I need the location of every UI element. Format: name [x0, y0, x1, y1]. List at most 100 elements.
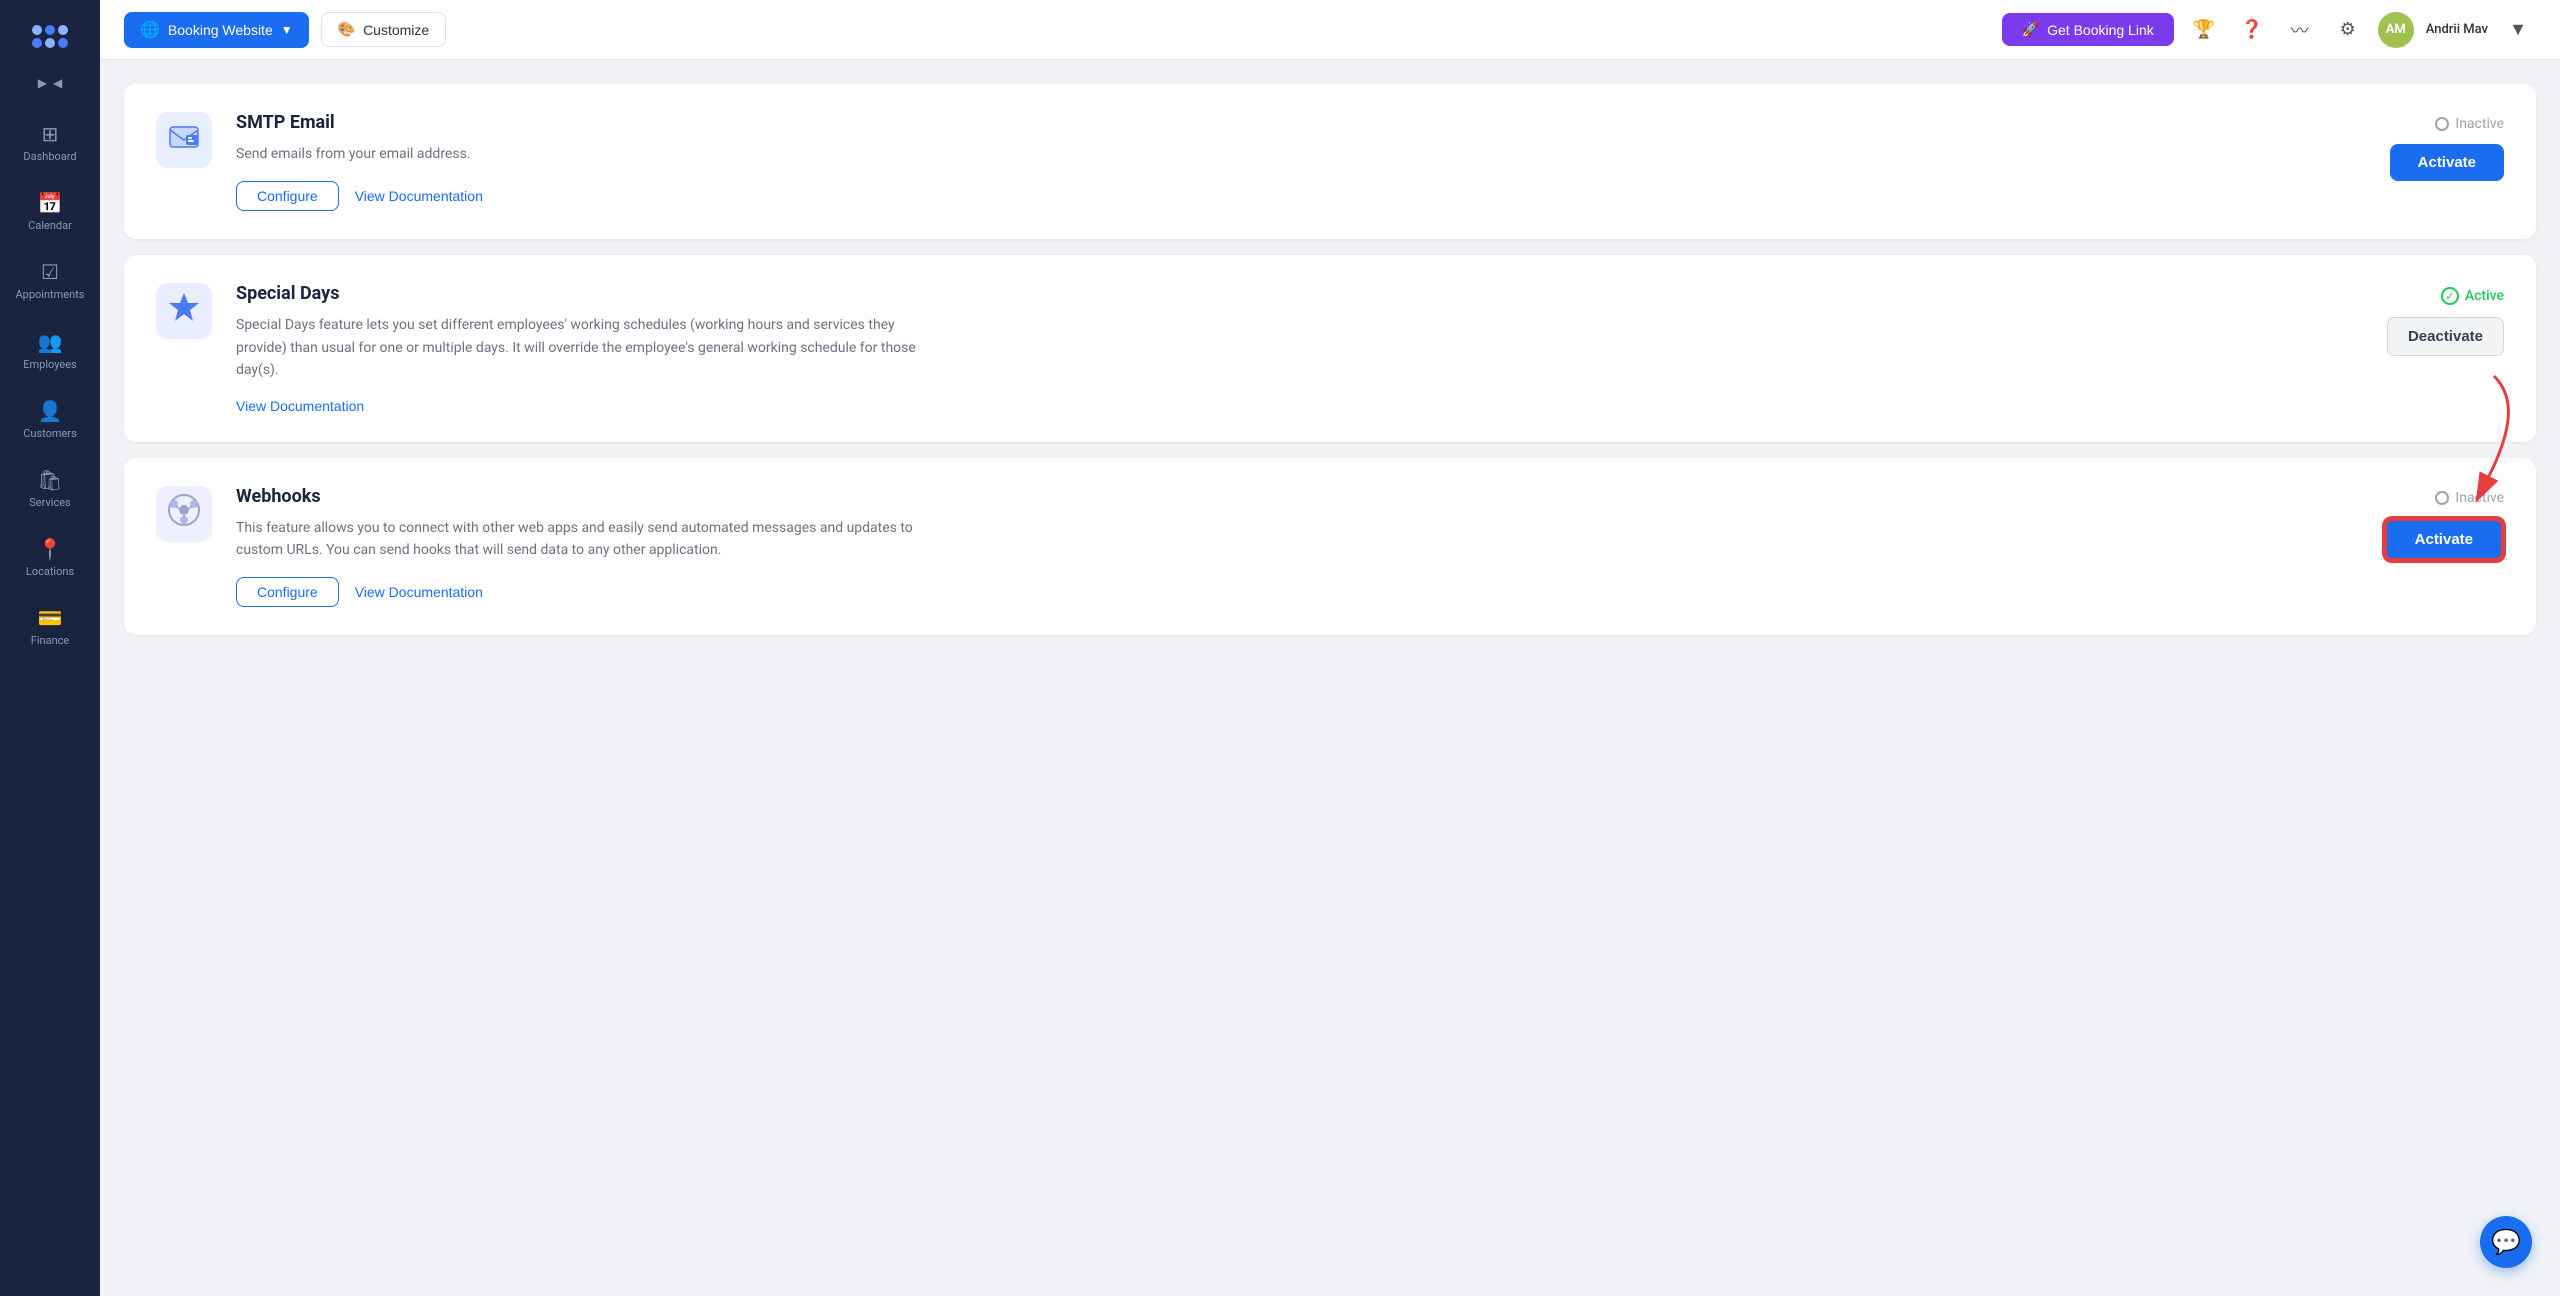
sidebar-item-services[interactable]: 🛍 Services	[0, 456, 100, 521]
smtp-view-docs-button[interactable]: View Documentation	[355, 188, 483, 204]
get-booking-link-button[interactable]: 🚀 Get Booking Link	[2002, 13, 2174, 46]
logo-dot	[58, 25, 68, 35]
smtp-body: SMTP Email Send emails from your email a…	[236, 112, 2340, 211]
sidebar: ▶◀ ⊞ Dashboard 📅 Calendar ☑ Appointments…	[0, 0, 100, 1296]
sidebar-item-calendar[interactable]: 📅 Calendar	[0, 179, 100, 244]
webhooks-description: This feature allows you to connect with …	[236, 517, 916, 562]
customers-icon: 👤	[38, 399, 63, 423]
special-days-icon	[166, 290, 202, 333]
special-days-title: Special Days	[236, 283, 2340, 304]
chat-button[interactable]: 💬	[2480, 1216, 2532, 1268]
inactive-dot	[2435, 491, 2449, 505]
logo-dot	[58, 38, 68, 48]
special-days-description: Special Days feature lets you set differ…	[236, 314, 916, 381]
logo-dot	[45, 38, 55, 48]
special-days-card: Special Days Special Days feature lets y…	[124, 255, 2536, 441]
sidebar-item-label: Locations	[26, 565, 74, 578]
sidebar-item-label: Finance	[31, 634, 69, 647]
special-days-status-label: Active	[2465, 288, 2504, 304]
special-days-body: Special Days Special Days feature lets y…	[236, 283, 2340, 413]
customize-button[interactable]: 🎨 Customize	[321, 12, 447, 47]
get-booking-label: Get Booking Link	[2047, 22, 2154, 38]
chat-icon: 💬	[2491, 1228, 2521, 1257]
sidebar-item-locations[interactable]: 📍 Locations	[0, 525, 100, 590]
gear-icon: ⚙	[2340, 19, 2356, 40]
active-check: ✓	[2441, 287, 2459, 305]
webhooks-status: Inactive	[2435, 490, 2504, 506]
activity-button[interactable]: 〰	[2282, 12, 2318, 48]
dashboard-icon: ⊞	[42, 122, 59, 146]
rocket-icon: 🚀	[2022, 21, 2039, 38]
smtp-email-card: SMTP Email Send emails from your email a…	[124, 84, 2536, 239]
webhooks-status-label: Inactive	[2455, 490, 2504, 506]
webhooks-body: Webhooks This feature allows you to conn…	[236, 486, 2340, 608]
sidebar-item-customers[interactable]: 👤 Customers	[0, 387, 100, 452]
chevron-down-icon: ▼	[281, 23, 293, 37]
sidebar-expand[interactable]: ▶◀	[38, 76, 62, 90]
sidebar-logo	[26, 12, 74, 60]
smtp-description: Send emails from your email address.	[236, 143, 916, 165]
sidebar-item-label: Appointments	[16, 288, 85, 301]
sidebar-item-label: Calendar	[28, 219, 72, 232]
webhooks-activate-button[interactable]: Activate	[2384, 518, 2504, 561]
appointments-icon: ☑	[41, 260, 59, 284]
inactive-dot	[2435, 117, 2449, 131]
trophy-icon: 🏆	[2193, 19, 2215, 40]
customize-label: Customize	[363, 22, 429, 38]
user-menu-button[interactable]: ▼	[2500, 12, 2536, 48]
webhooks-configure-button[interactable]: Configure	[236, 577, 339, 607]
sidebar-item-dashboard[interactable]: ⊞ Dashboard	[0, 110, 100, 175]
smtp-status-area: Inactive Activate	[2364, 112, 2504, 181]
services-icon: 🛍	[37, 468, 62, 492]
smtp-status-label: Inactive	[2455, 116, 2504, 132]
employees-icon: 👥	[38, 330, 63, 354]
webhooks-icon	[166, 492, 202, 535]
sidebar-item-appointments[interactable]: ☑ Appointments	[0, 248, 100, 313]
special-days-deactivate-button[interactable]: Deactivate	[2387, 317, 2504, 356]
help-icon: ❓	[2241, 19, 2263, 40]
avatar[interactable]: AM	[2378, 12, 2414, 48]
webhooks-title: Webhooks	[236, 486, 2340, 507]
logo-dot	[32, 38, 42, 48]
webhooks-view-docs-button[interactable]: View Documentation	[355, 584, 483, 600]
topbar: 🌐 Booking Website ▼ 🎨 Customize 🚀 Get Bo…	[100, 0, 2560, 60]
sidebar-item-label: Employees	[23, 358, 76, 371]
smtp-title: SMTP Email	[236, 112, 2340, 133]
settings-button[interactable]: ⚙	[2330, 12, 2366, 48]
customize-icon: 🎨	[338, 21, 355, 38]
locations-icon: 📍	[38, 537, 63, 561]
globe-icon: 🌐	[140, 20, 160, 40]
user-initials: AM	[2386, 22, 2406, 37]
smtp-icon-wrap	[156, 112, 212, 168]
logo-dot	[32, 25, 42, 35]
sidebar-item-label: Services	[29, 496, 70, 509]
special-days-icon-wrap	[156, 283, 212, 339]
special-days-status: ✓ Active	[2441, 287, 2504, 305]
smtp-actions: Configure View Documentation	[236, 181, 2340, 211]
webhooks-status-area: Inactive Activate	[2364, 486, 2504, 561]
trophy-button[interactable]: 🏆	[2186, 12, 2222, 48]
smtp-activate-button[interactable]: Activate	[2390, 144, 2504, 181]
smtp-icon	[168, 121, 200, 160]
logo-dot	[45, 25, 55, 35]
features-content: SMTP Email Send emails from your email a…	[100, 60, 2560, 1296]
sidebar-item-employees[interactable]: 👥 Employees	[0, 318, 100, 383]
special-days-actions: View Documentation	[236, 398, 2340, 414]
special-days-status-area: ✓ Active Deactivate	[2364, 283, 2504, 356]
sidebar-item-finance[interactable]: 💳 Finance	[0, 594, 100, 659]
sidebar-item-label: Customers	[23, 427, 77, 440]
user-name: Andrii Mav	[2426, 22, 2488, 37]
webhooks-card: Webhooks This feature allows you to conn…	[124, 458, 2536, 636]
webhooks-icon-wrap	[156, 486, 212, 542]
booking-website-button[interactable]: 🌐 Booking Website ▼	[124, 12, 309, 48]
activity-icon: 〰	[2291, 17, 2309, 43]
smtp-configure-button[interactable]: Configure	[236, 181, 339, 211]
help-button[interactable]: ❓	[2234, 12, 2270, 48]
smtp-status: Inactive	[2435, 116, 2504, 132]
booking-website-label: Booking Website	[168, 22, 273, 38]
special-days-view-docs-button[interactable]: View Documentation	[236, 398, 364, 414]
calendar-icon: 📅	[38, 191, 63, 215]
sidebar-item-label: Dashboard	[23, 150, 76, 163]
finance-icon: 💳	[38, 606, 63, 630]
main-area: 🌐 Booking Website ▼ 🎨 Customize 🚀 Get Bo…	[100, 0, 2560, 1296]
